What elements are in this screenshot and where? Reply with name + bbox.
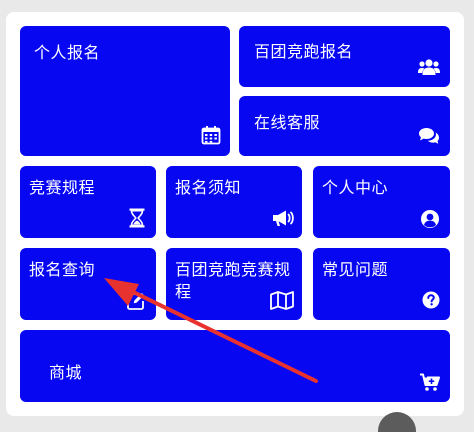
tile-rules[interactable]: 竞赛规程 (20, 166, 156, 238)
map-icon (270, 291, 294, 310)
tile-label: 常见问题 (322, 260, 389, 279)
edit-icon (127, 293, 144, 310)
tile-faq[interactable]: 常见问题 (313, 248, 450, 320)
tile-label: 竞赛规程 (29, 178, 96, 197)
tile-query[interactable]: 报名查询 (20, 248, 156, 320)
question-icon (422, 291, 440, 309)
tile-personal-signup[interactable]: 个人报名 (20, 26, 230, 156)
hourglass-icon (129, 208, 145, 228)
tile-label: 报名查询 (29, 260, 96, 279)
tile-label: 百团竞跑报名 (254, 42, 354, 61)
user-circle-icon (421, 210, 439, 228)
cart-plus-icon (420, 373, 440, 391)
tile-notice[interactable]: 报名须知 (166, 166, 302, 238)
chat-icon (419, 128, 439, 144)
tile-mall[interactable]: 商城 (20, 330, 450, 402)
tile-baituan-signup[interactable]: 百团竞跑报名 (239, 26, 450, 87)
tile-label: 商城 (49, 363, 83, 382)
tile-label: 个人报名 (34, 43, 101, 62)
users-icon (418, 59, 440, 75)
tile-label: 个人中心 (322, 178, 389, 197)
tile-baituan-rules[interactable]: 百团竞跑竞赛规程 (166, 248, 302, 320)
tile-online-service[interactable]: 在线客服 (239, 96, 450, 156)
tile-label: 在线客服 (254, 113, 321, 132)
megaphone-icon (273, 210, 294, 226)
tile-label: 报名须知 (175, 178, 242, 197)
tile-personal-center[interactable]: 个人中心 (313, 166, 450, 238)
calendar-icon (201, 126, 221, 145)
